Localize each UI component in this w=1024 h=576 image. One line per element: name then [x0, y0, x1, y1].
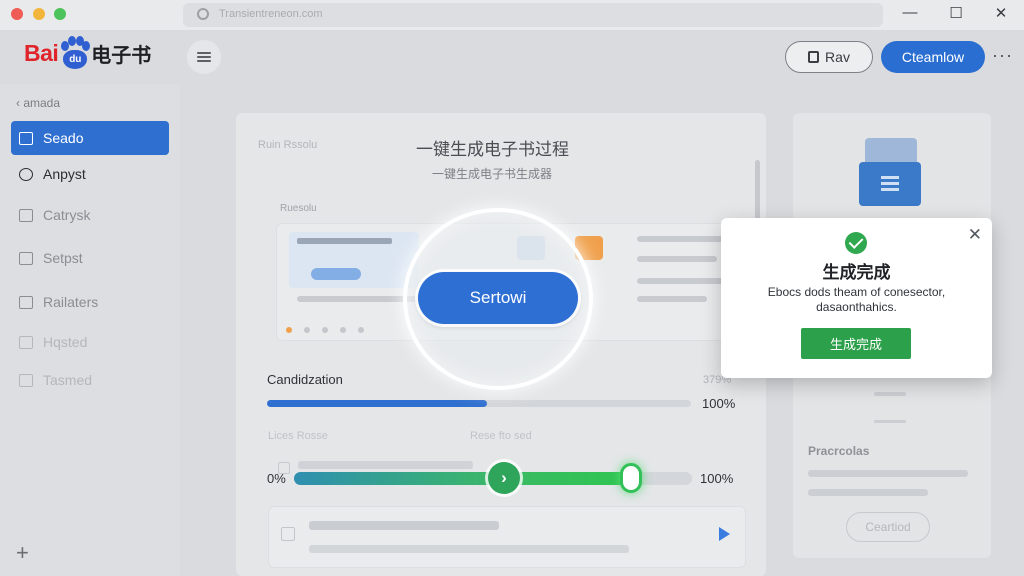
carousel-dots[interactable] [286, 327, 364, 333]
chart-icon [19, 373, 33, 387]
sidebar-item-setpst[interactable]: Setpst [11, 241, 169, 275]
sidebar-item-railaters[interactable]: Railaters [11, 285, 169, 319]
list-item[interactable] [268, 506, 746, 568]
sidebar-item-anpyst[interactable]: Anpyst [11, 157, 169, 191]
logo-ebook-text: 电子书 [91, 44, 152, 67]
minimize-window-dot[interactable] [33, 8, 45, 20]
address-bar[interactable]: Transientreneon.com [183, 3, 883, 27]
dialog-confirm-button[interactable]: 生成完成 [801, 328, 911, 359]
logo-bai-text: Bai [24, 39, 59, 66]
sidebar-item-catrysk[interactable]: Catrysk [11, 198, 169, 232]
ghost-text-line [298, 461, 473, 469]
slider-handle[interactable] [620, 463, 642, 493]
maximize-icon[interactable]: ☐ [945, 4, 967, 22]
box-icon [19, 335, 33, 349]
sidebar-item-hqsted[interactable]: Hqsted [11, 325, 169, 359]
close-window-dot[interactable] [11, 8, 23, 20]
slider-max-label: 100% [700, 471, 734, 486]
menu-toggle-button[interactable] [187, 40, 221, 74]
document-folder-icon [859, 138, 921, 208]
sidebar-item-label: Catrysk [43, 207, 91, 223]
sidebar-item-tasmed[interactable]: Tasmed [11, 363, 169, 397]
slider-fill [294, 472, 633, 485]
slider-min-label: 0% [267, 471, 286, 486]
primary-action-button[interactable]: Cteamlow [881, 41, 985, 73]
list-icon [19, 251, 33, 265]
dialog-message: Ebocs dods theam of conesector, dasaonth… [767, 285, 946, 314]
close-dialog-icon[interactable]: ✕ [968, 226, 982, 243]
add-icon[interactable]: + [16, 542, 29, 564]
zoom-window-dot[interactable] [54, 8, 66, 20]
gear-icon [19, 167, 33, 181]
rav-button[interactable]: Rav [785, 41, 873, 73]
site-info-icon[interactable] [197, 8, 209, 20]
ghost-label-mid: Rese fto sed [470, 430, 532, 442]
rav-button-label: Rav [825, 49, 850, 65]
check-circle-icon [845, 232, 867, 254]
url-text: Transientreneon.com [219, 8, 323, 20]
window-titlebar: Transientreneon.com — ☐ ✕ [0, 0, 1024, 30]
page-title: 一键生成电子书过程 [416, 140, 569, 159]
generate-button[interactable]: Sertowi [418, 272, 578, 324]
dialog-title: 生成完成 [822, 263, 891, 282]
sidebar-item-label: Hqsted [43, 334, 88, 350]
section-label: Ruesolu [280, 203, 317, 214]
sidebar-item-label: Anpyst [43, 166, 86, 182]
list-checkbox[interactable] [281, 527, 295, 541]
preview-thumbnail [289, 232, 419, 288]
success-dialog: ✕ 生成完成 Ebocs dods theam of conesector, d… [721, 218, 992, 378]
paw-icon: du [59, 36, 91, 70]
logo-du-text: du [63, 50, 88, 69]
sidebar-item-label: Tasmed [43, 372, 93, 388]
right-panel-button[interactable]: Ceartiod [846, 512, 930, 542]
progress-percent: 100% [702, 396, 736, 411]
folder-icon [19, 295, 33, 309]
ghost-label-left: Lices Rosse [268, 430, 328, 442]
sidebar: ‹ amada Seado Anpyst Catrysk Setpst Rail… [0, 84, 180, 576]
right-panel-title: Pracrcolas [808, 444, 870, 458]
back-link[interactable]: ‹ amada [16, 96, 60, 110]
sidebar-item-label: Seado [43, 130, 84, 146]
document-icon [808, 51, 820, 63]
progress-label: Candidzation [267, 372, 343, 387]
minimize-icon[interactable]: — [899, 4, 921, 21]
play-icon[interactable] [719, 527, 730, 541]
page-subtitle: 一键生成电子书生成器 [432, 167, 553, 181]
progress-bar [267, 400, 691, 407]
progress-bar-fill [267, 400, 488, 407]
more-options-icon[interactable]: ··· [992, 45, 1013, 66]
sidebar-item-seado[interactable]: Seado [11, 121, 169, 155]
home-icon [19, 131, 33, 145]
arrow-right-icon[interactable]: › [488, 462, 520, 494]
sidebar-item-label: Railaters [43, 294, 99, 310]
close-icon[interactable]: ✕ [990, 4, 1012, 22]
baidu-ebook-logo[interactable]: Bai du 电子书 [24, 30, 151, 76]
sidebar-item-label: Setpst [43, 250, 83, 266]
folder-icon [19, 208, 33, 222]
breadcrumb[interactable]: Ruin Rssolu [258, 139, 317, 151]
